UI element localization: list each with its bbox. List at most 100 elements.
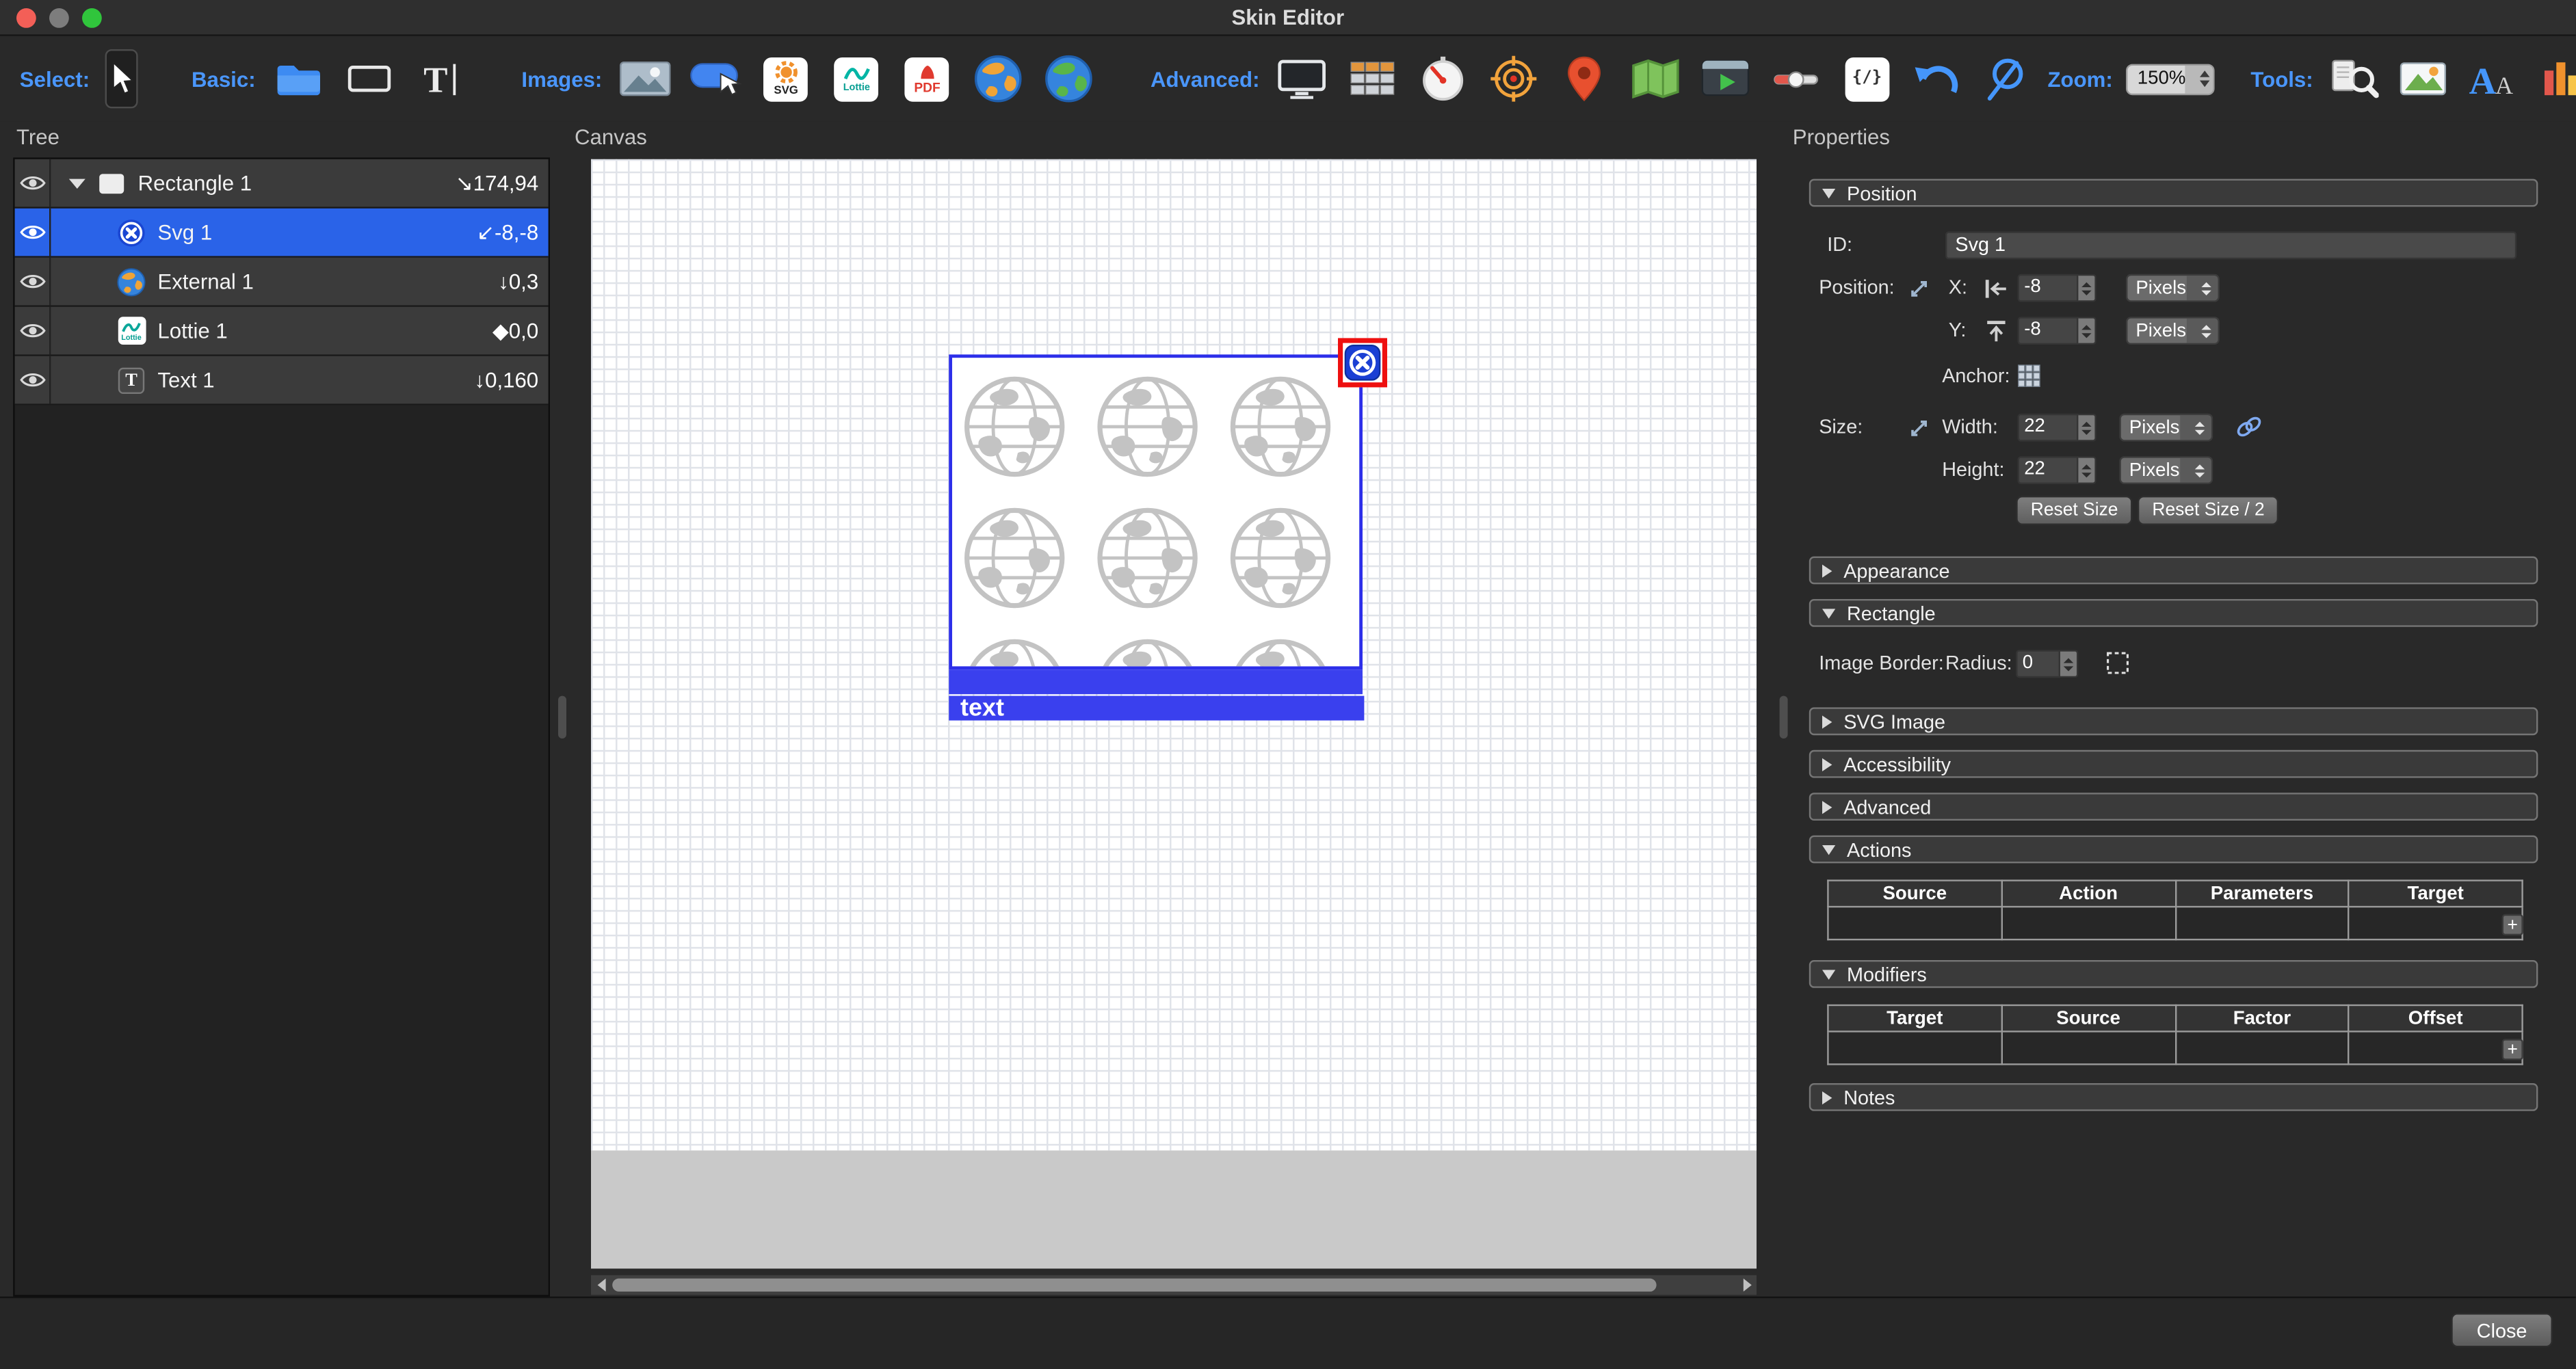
map-pin-tool-button[interactable]	[1557, 51, 1613, 107]
lottie-tool-button[interactable]: Lottie	[829, 51, 885, 107]
width-value[interactable]: 22	[2018, 414, 2079, 442]
disclosure-triangle[interactable]	[69, 178, 86, 187]
text-tool-button[interactable]: T	[412, 51, 468, 107]
size-constrain-icon[interactable]	[1909, 418, 1929, 438]
splitter-grip-left[interactable]	[558, 696, 566, 739]
y-stepper-buttons[interactable]	[2078, 317, 2096, 345]
visibility-toggle[interactable]	[15, 159, 51, 207]
height-stepper-buttons[interactable]	[2078, 456, 2096, 484]
width-units-select[interactable]: Pixels	[2119, 414, 2213, 442]
target-tool-button[interactable]	[1486, 51, 1542, 107]
screen-tool-button[interactable]	[1274, 51, 1330, 107]
select-cursor-button[interactable]	[105, 49, 137, 108]
tree-row-rectangle-1[interactable]: Rectangle 1 ↘174,94	[15, 159, 549, 209]
tree-row-svg-1[interactable]: Svg 1 ↙-8,-8	[15, 209, 549, 258]
close-button[interactable]: Close	[2451, 1313, 2553, 1347]
x-value[interactable]: -8	[2018, 274, 2079, 302]
add-modifier-button[interactable]: +	[2502, 1039, 2523, 1060]
palette-tool-button[interactable]	[2533, 51, 2576, 107]
visibility-toggle[interactable]	[15, 209, 51, 256]
scrollbar-thumb[interactable]	[612, 1279, 1656, 1292]
modifiers-empty-cell[interactable]	[1828, 1031, 2001, 1064]
anchor-grid-icon[interactable]	[2018, 364, 2041, 388]
section-appearance[interactable]: Appearance	[1809, 557, 2538, 585]
modifiers-empty-cell[interactable]	[2175, 1031, 2349, 1064]
section-svg-image[interactable]: SVG Image	[1809, 707, 2538, 735]
radius-selection-icon[interactable]	[2106, 652, 2129, 675]
visibility-toggle[interactable]	[15, 307, 51, 355]
scrollbar-track[interactable]	[611, 1275, 1737, 1295]
minimize-window-button[interactable]	[49, 8, 69, 28]
zoom-window-button[interactable]	[82, 8, 102, 28]
splitter-grip-right[interactable]	[1780, 696, 1788, 739]
section-accessibility[interactable]: Accessibility	[1809, 750, 2538, 778]
canvas-text-element[interactable]: text	[949, 696, 1364, 721]
font-tool-button[interactable]: A A	[2464, 51, 2520, 107]
position-constrain-icon[interactable]	[1909, 279, 1929, 299]
radius-value-stepper[interactable]: 0	[2016, 650, 2078, 678]
close-window-button[interactable]	[16, 8, 36, 28]
section-notes[interactable]: Notes	[1809, 1083, 2538, 1111]
button-tool-button[interactable]	[687, 51, 744, 107]
link-size-icon[interactable]	[2234, 415, 2263, 438]
scroll-left-button[interactable]	[591, 1275, 611, 1295]
height-value-stepper[interactable]: 22	[2018, 456, 2097, 484]
pdf-tool-button[interactable]: PDF	[899, 51, 956, 107]
x-units-select[interactable]: Pixels	[2126, 274, 2220, 302]
web-globe-tool-button[interactable]	[1040, 51, 1096, 107]
y-units-select[interactable]: Pixels	[2126, 317, 2220, 345]
map-tool-button[interactable]	[1627, 51, 1683, 107]
radius-stepper-buttons[interactable]	[2060, 650, 2078, 678]
visibility-toggle[interactable]	[15, 356, 51, 404]
table-tool-button[interactable]	[1345, 51, 1401, 107]
visibility-toggle[interactable]	[15, 258, 51, 306]
video-tool-button[interactable]	[1698, 51, 1754, 107]
tree-row-lottie-1[interactable]: Lottie Lottie 1 ◆0,0	[15, 307, 549, 356]
x-stepper-buttons[interactable]	[2078, 274, 2096, 302]
tree-row-external-1[interactable]: External 1 ↓0,3	[15, 258, 549, 307]
svg-tool-button[interactable]: SVG	[758, 51, 814, 107]
y-value-stepper[interactable]: -8	[2018, 317, 2097, 345]
folder-tool-button[interactable]	[270, 51, 326, 107]
width-stepper-buttons[interactable]	[2078, 414, 2096, 442]
canvas-external-element[interactable]	[949, 669, 1363, 694]
picture-tool-button[interactable]	[2395, 51, 2452, 107]
canvas-viewport[interactable]: text	[591, 159, 1757, 1268]
y-value[interactable]: -8	[2018, 317, 2079, 345]
height-value[interactable]: 22	[2018, 456, 2079, 484]
actions-empty-cell[interactable]	[2001, 907, 2175, 940]
slider-tool-button[interactable]	[1768, 51, 1824, 107]
section-modifiers[interactable]: Modifiers	[1809, 960, 2538, 988]
undo-button[interactable]	[1910, 51, 1966, 107]
modifiers-empty-cell[interactable]	[2349, 1031, 2523, 1064]
rectangle-tool-button[interactable]	[341, 51, 397, 107]
external-globe-tool-button[interactable]	[970, 51, 1026, 107]
reset-size-button[interactable]: Reset Size	[2016, 496, 2133, 525]
selected-svg-element[interactable]	[1338, 338, 1387, 387]
actions-empty-cell[interactable]	[2349, 907, 2523, 940]
tree-row-text-1[interactable]: T Text 1 ↓0,160	[15, 356, 549, 406]
horizontal-scrollbar[interactable]	[591, 1275, 1757, 1295]
actions-empty-cell[interactable]	[1828, 907, 2001, 940]
height-units-select[interactable]: Pixels	[2119, 456, 2213, 484]
canvas-rectangle-element[interactable]	[949, 354, 1363, 669]
section-advanced[interactable]: Advanced	[1809, 793, 2538, 821]
js-tool-button[interactable]: {/}	[1839, 51, 1895, 107]
section-rectangle[interactable]: Rectangle	[1809, 599, 2538, 627]
id-field[interactable]: Svg 1	[1945, 231, 2516, 259]
scroll-right-button[interactable]	[1737, 1275, 1757, 1295]
clear-button[interactable]	[1979, 51, 2035, 107]
image-tool-button[interactable]	[617, 51, 673, 107]
width-value-stepper[interactable]: 22	[2018, 414, 2097, 442]
actions-empty-cell[interactable]	[2175, 907, 2349, 940]
add-action-button[interactable]: +	[2502, 914, 2523, 935]
section-position[interactable]: Position	[1809, 179, 2538, 207]
modifiers-empty-cell[interactable]	[2001, 1031, 2175, 1064]
section-actions[interactable]: Actions	[1809, 836, 2538, 864]
radius-value[interactable]: 0	[2016, 650, 2060, 678]
zoom-select[interactable]: 150%	[2126, 63, 2215, 94]
gauge-tool-button[interactable]	[1415, 51, 1471, 107]
x-value-stepper[interactable]: -8	[2018, 274, 2097, 302]
reset-size-half-button[interactable]: Reset Size / 2	[2138, 496, 2280, 525]
find-tool-button[interactable]	[2326, 51, 2382, 107]
